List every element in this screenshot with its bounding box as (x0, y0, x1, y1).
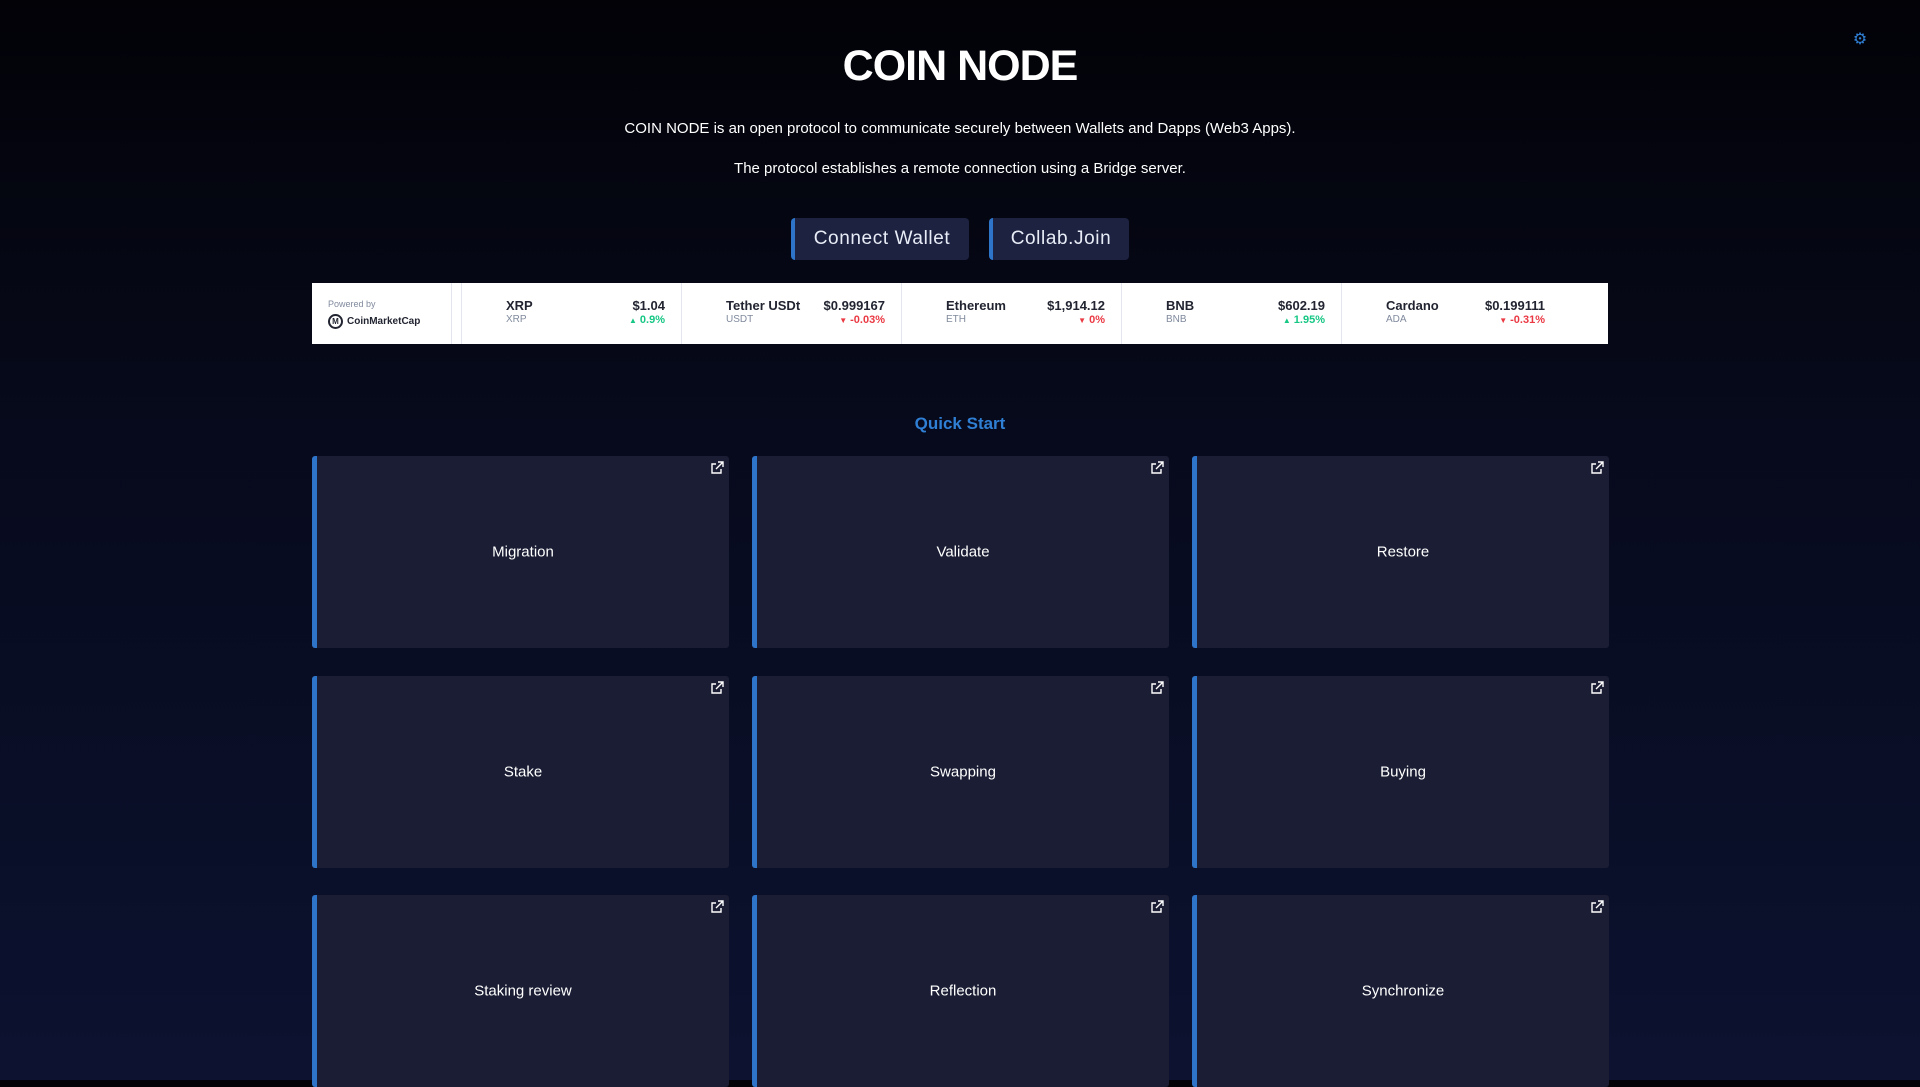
coin-price: $602.19 (1278, 298, 1325, 313)
caret-up-icon: ▲ (1282, 316, 1291, 325)
coin-change-value: 0.9% (639, 314, 665, 326)
external-link-icon (711, 900, 724, 913)
coin-price: $1.04 (632, 298, 665, 313)
card-label: Staking review (474, 982, 572, 1000)
external-link-icon (711, 681, 724, 694)
ticker-coin[interactable]: BNB BNB $602.19 ▲ 1.95% (1121, 283, 1341, 344)
external-link-icon (1151, 461, 1164, 474)
card-label: Stake (503, 763, 543, 781)
quick-start-heading: Quick Start (914, 414, 1006, 433)
caret-up-icon: ▲ (629, 316, 637, 325)
external-link-icon (1591, 681, 1604, 694)
quick-start-card-staking-review[interactable]: Staking review (312, 895, 729, 1087)
quick-start-card-buying[interactable]: Buying (1192, 676, 1609, 868)
coinmarketcap-wordmark: CoinMarketCap (347, 316, 421, 327)
quick-start-card-reflection[interactable]: Reflection (752, 895, 1169, 1087)
ticker-coin[interactable]: Ethereum ETH $1,914.12 ▼ 0% (901, 283, 1121, 344)
coin-price: $0.199111 (1484, 298, 1545, 313)
quick-start-card-swapping[interactable]: Swapping (752, 676, 1169, 868)
powered-by-label: Powered by (328, 299, 376, 309)
card-label: Restore (1376, 543, 1430, 561)
ticker-coin[interactable]: Cardano ADA $0.199111 ▼ -0.31% (1341, 283, 1561, 344)
coin-change-value: 0% (1089, 314, 1105, 326)
quick-start-card-restore[interactable]: Restore (1192, 456, 1609, 648)
card-label: Reflection (929, 982, 997, 1000)
connect-wallet-button[interactable]: Connect Wallet (791, 218, 969, 260)
collab-join-button[interactable]: Collab.Join (989, 218, 1129, 260)
coin-name: Cardano (1386, 298, 1439, 313)
coin-change-value: -0.03% (850, 314, 885, 326)
caret-down-icon: ▼ (1499, 316, 1508, 325)
page-description: COIN NODE is an open protocol to communi… (624, 120, 1296, 137)
page-description-secondary: The protocol establishes a remote connec… (734, 160, 1186, 177)
coinmarketcap-logo: M CoinMarketCap (328, 314, 420, 329)
external-link-icon (711, 461, 724, 474)
quick-start-card-migration[interactable]: Migration (312, 456, 729, 648)
coin-price: $0.999167 (823, 298, 885, 313)
coin-name: Ethereum (946, 298, 1006, 313)
page-title: COIN NODE (842, 42, 1079, 90)
coin-price: $1,914.12 (1047, 298, 1105, 313)
external-link-icon (1151, 681, 1164, 694)
card-label: Swapping (930, 763, 996, 781)
coin-change: ▲ 0.9% (629, 314, 665, 326)
caret-down-icon: ▼ (839, 316, 848, 325)
coin-name: BNB (1166, 298, 1195, 313)
card-label: Validate (936, 543, 990, 561)
ticker-coins: XRP XRP $1.04 ▲ 0.9% Tether USDt USDT $0.… (461, 283, 1561, 344)
powered-by-block[interactable]: Powered by M CoinMarketCap (312, 283, 452, 344)
coin-symbol: XRP (506, 314, 527, 325)
quick-start-card-validate[interactable]: Validate (752, 456, 1169, 648)
card-label: Buying (1380, 763, 1426, 781)
external-link-icon (1151, 900, 1164, 913)
caret-down-icon: ▼ (1078, 316, 1087, 325)
ticker-coin[interactable]: XRP XRP $1.04 ▲ 0.9% (461, 283, 681, 344)
external-link-icon (1591, 461, 1604, 474)
coin-change-value: 1.95% (1293, 314, 1325, 326)
coin-symbol: ETH (946, 314, 966, 325)
card-label: Migration (492, 543, 554, 561)
coin-symbol: BNB (1166, 314, 1187, 325)
coin-name: XRP (506, 298, 533, 313)
coin-symbol: ADA (1386, 314, 1407, 325)
coin-change-value: -0.31% (1510, 314, 1545, 326)
coin-change: ▼ -0.31% (1499, 314, 1545, 326)
coinmarketcap-icon: M (328, 314, 343, 329)
quick-start-card-synchronize[interactable]: Synchronize (1192, 895, 1609, 1087)
external-link-icon (1591, 900, 1604, 913)
coin-change: ▼ 0% (1078, 314, 1105, 326)
coin-change: ▼ -0.03% (839, 314, 885, 326)
quick-start-card-stake[interactable]: Stake (312, 676, 729, 868)
card-label: Synchronize (1361, 982, 1445, 1000)
ticker-coin[interactable]: Tether USDt USDT $0.999167 ▼ -0.03% (681, 283, 901, 344)
coin-symbol: USDT (726, 314, 754, 325)
coin-name: Tether USDt (726, 298, 801, 313)
coin-change: ▲ 1.95% (1283, 314, 1325, 326)
price-ticker: Powered by M CoinMarketCap XRP XRP $1.04… (312, 283, 1608, 344)
